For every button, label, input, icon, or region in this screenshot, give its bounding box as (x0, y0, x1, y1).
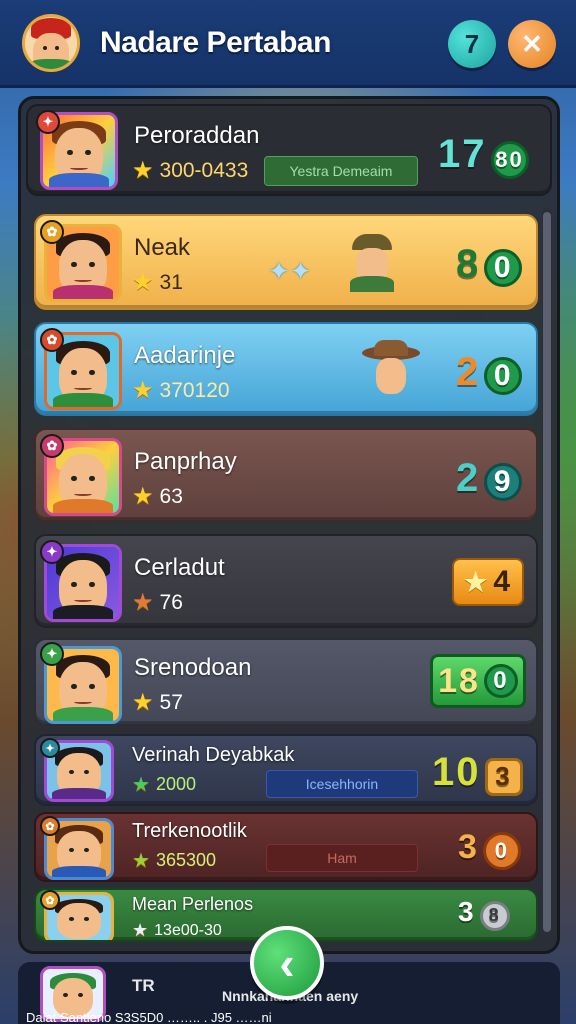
row-pill: 0 (484, 357, 523, 395)
row-pill: 0 (484, 249, 523, 287)
profile-avatar[interactable] (22, 14, 80, 72)
row-number-badge: ★ 4 (452, 558, 524, 606)
star-icon: ★ (132, 157, 154, 184)
row-name: Aadarinje (134, 342, 236, 369)
player-score: ★ 300-0433 (132, 157, 249, 184)
row-score: ★ 2000 (132, 774, 196, 796)
cowboy-character-icon (362, 340, 420, 402)
row-name: Neak (134, 234, 191, 261)
header-bar: Nadare Pertaban 7 ✕ (0, 0, 576, 88)
leaderboard-row[interactable]: ✦ Srenodoan ★ 57 18 0 (34, 638, 538, 726)
row-name: Panprhay (134, 448, 237, 475)
row-pill: 0 (482, 832, 521, 870)
close-button[interactable]: ✕ (508, 20, 556, 68)
bottom-footer-text: Dalat Santieno S3S5D0 …….. . J95 ……ni (26, 1010, 272, 1024)
row-tag: Ham (266, 844, 418, 872)
rank-badge-icon: ✿ (40, 328, 64, 352)
star-icon: ★ (132, 689, 154, 716)
row-name: Srenodoan (134, 654, 252, 681)
row-score: ★ 31 (132, 269, 183, 296)
row-pill: 0 (483, 664, 518, 698)
leaderboard-row[interactable]: ✿ Trerkenootlik ★ 365300 Ham 30 (34, 812, 538, 882)
hat-character-icon (346, 234, 398, 292)
row-score: ★ 370120 (132, 377, 230, 404)
row-tag: Icesehhorin (266, 770, 418, 798)
player-rank-number: 17 80 (438, 132, 529, 179)
page-title: Nadare Pertaban (100, 26, 331, 59)
star-icon: ★ (132, 269, 154, 296)
bottom-label-a: TR (132, 976, 155, 995)
player-row[interactable]: ✦ Peroraddan ★ 300-0433 Yestra Demeaim 1… (26, 104, 552, 196)
row-number: 20 (456, 350, 523, 395)
leaderboard-row[interactable]: ✿ Panprhay ★ 63 29 (34, 428, 538, 522)
star-icon: ★ (132, 850, 150, 872)
row-number-badge: 18 0 (430, 654, 526, 708)
leaderboard-row[interactable]: ✿ Neak ★ 31 ✦✦ 80 (34, 214, 538, 310)
rank-badge-icon: ✦ (40, 738, 60, 758)
row-name: Mean Perlenos (132, 894, 254, 914)
leaderboard-row[interactable]: ✿ Aadarinje ★ 370120 20 (34, 322, 538, 416)
star-icon: ★ (132, 774, 150, 796)
star-icon: ★ (132, 483, 154, 510)
rank-badge-icon: ✿ (40, 434, 64, 458)
star-icon: ★ (132, 377, 154, 404)
row-number: 80 (456, 242, 523, 287)
row-name: Verinah Deyabkak (132, 744, 295, 766)
rank-badge-icon: ✿ (40, 816, 60, 836)
star-icon: ★ (132, 589, 154, 616)
star-icon: ★ (132, 920, 149, 940)
row-score: ★ 365300 (132, 850, 217, 872)
row-number: 29 (456, 456, 523, 501)
rank-badge-icon: ✿ (40, 890, 60, 910)
row-name: Cerladut (134, 554, 225, 581)
row-number: 30 (458, 828, 521, 870)
leaderboard-row[interactable]: ✦ Verinah Deyabkak ★ 2000 Icesehhorin 10 3 (34, 734, 538, 806)
row-score: ★ 57 (132, 689, 183, 716)
row-score: ★ 76 (132, 589, 183, 616)
row-name: Trerkenootlik (132, 820, 247, 842)
rank-badge-icon: ✦ (36, 110, 60, 134)
gem-icon: ✦✦ (268, 256, 312, 286)
scroll-thumb[interactable] (543, 212, 551, 932)
row-score: ★ 13e00-30 (132, 920, 222, 940)
player-rank-pill: 80 (490, 141, 529, 179)
row-number: 10 3 (432, 750, 523, 796)
star-icon: ★ (464, 566, 490, 597)
row-score: ★ 63 (132, 483, 183, 510)
row-pill: 9 (484, 463, 523, 501)
player-name: Peroraddan (134, 122, 260, 149)
back-button[interactable]: ‹ (250, 926, 324, 1000)
rank-badge-icon: ✦ (40, 642, 64, 666)
rank-badge-icon: ✿ (40, 220, 64, 244)
row-pill: 3 (484, 757, 523, 796)
row-pill: 8 (479, 900, 510, 931)
info-button[interactable]: 7 (448, 20, 496, 68)
leaderboard-row[interactable]: ✦ Cerladut ★ 76 ★ 4 (34, 534, 538, 628)
player-tag: Yestra Demeaim (264, 156, 418, 186)
scrollbar[interactable] (542, 208, 552, 938)
rank-badge-icon: ✦ (40, 540, 64, 564)
row-number: 38 (458, 896, 510, 931)
